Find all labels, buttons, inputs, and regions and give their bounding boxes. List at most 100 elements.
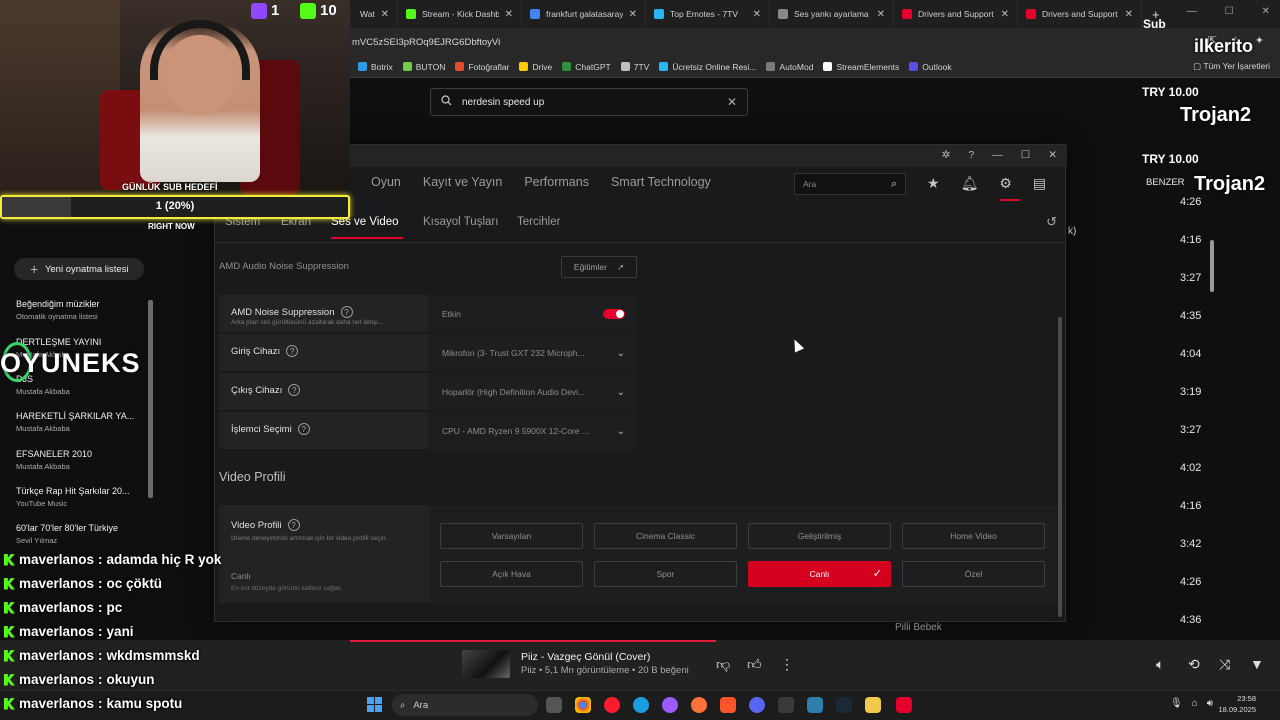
opera-icon[interactable] (604, 697, 620, 713)
close-icon[interactable]: ✕ (1262, 6, 1270, 17)
youtube-search-box[interactable]: nerdesin speed up ✕ (430, 88, 748, 116)
reset-icon[interactable]: ↺ (1046, 214, 1057, 230)
maximize-icon[interactable]: ☐ (1225, 6, 1234, 17)
bookmark-item[interactable]: Botrix (358, 62, 393, 72)
queue-scrollbar[interactable] (1210, 240, 1214, 292)
windows-start-icon[interactable] (367, 697, 382, 712)
new-playlist-button[interactable]: ＋ Yeni oynatma listesi (14, 258, 144, 280)
bookmark-item[interactable]: Drive (519, 62, 552, 72)
taskbar-search[interactable]: ⌕ Ara (392, 694, 538, 716)
youtube-search-input[interactable]: nerdesin speed up (462, 97, 544, 108)
task-view-icon[interactable] (546, 697, 562, 713)
bookmark-item[interactable]: Outlook (909, 62, 952, 72)
video-profile-button[interactable]: Özel (902, 561, 1045, 587)
url-text[interactable]: mVC5zSEI3pROq9EJRG6DbftoyVi (352, 37, 500, 48)
help-icon[interactable]: ? (297, 423, 310, 435)
amd-nav-item[interactable]: Performans (524, 175, 589, 189)
chrome-icon[interactable] (575, 697, 591, 713)
steam-icon[interactable] (836, 697, 852, 713)
queue-tab-related[interactable]: BENZER (1146, 177, 1185, 188)
shuffle-icon[interactable]: ⤨ (1219, 656, 1230, 673)
amd-close-icon[interactable]: ✕ (1048, 149, 1057, 161)
obs-icon[interactable] (778, 697, 794, 713)
extensions-icon[interactable]: ✦ (1255, 34, 1264, 47)
browser-tab[interactable]: Ses yankı ayarlama u ✕ (770, 0, 894, 28)
setting-dropdown[interactable]: CPU - AMD Ryzen 9 5900X 12-Core ... ⌄ (429, 412, 637, 450)
dislike-icon[interactable]: 👎︎ (716, 656, 730, 673)
network-icon[interactable]: ⌂ (1192, 698, 1198, 709)
expand-player-icon[interactable]: ▼ (1250, 656, 1264, 672)
sidebar-playlist-item[interactable]: Türkçe Rap Hit Şarkılar 20... YouTube Mus… (16, 486, 146, 508)
app-icon[interactable] (807, 697, 823, 713)
subtab-tercihler[interactable]: Tercihler (517, 216, 560, 228)
video-profile-button[interactable]: Geliştirilmiş (748, 523, 891, 549)
tab-close-icon[interactable]: ✕ (629, 9, 637, 20)
bookmark-item[interactable]: BUTON (402, 62, 445, 72)
taskbar-search-input[interactable]: Ara (413, 700, 428, 711)
amd-nav-item[interactable]: Kayıt ve Yayın (423, 175, 502, 189)
sidebar-playlist-item[interactable]: HAREKETLİ ŞARKILAR YA... Mustafa Akbaba (16, 411, 146, 433)
help-icon[interactable]: ? (968, 149, 974, 161)
setting-dropdown[interactable]: Hoparlör (High Definition Audio Devi... ⌄ (429, 373, 637, 411)
amd-nav-item[interactable]: Smart Technology (611, 175, 711, 189)
file-explorer-icon[interactable] (865, 697, 881, 713)
subtab-kisayol-tuslari[interactable]: Kısayol Tuşları (423, 216, 498, 228)
video-profile-button[interactable]: Açık Hava (440, 561, 583, 587)
speaker-icon[interactable]: 🔊︎ (1207, 698, 1213, 709)
help-icon[interactable]: ? (286, 345, 299, 357)
help-icon[interactable]: ? (288, 384, 301, 396)
video-profile-button[interactable]: Spor (594, 561, 737, 587)
tab-close-icon[interactable]: ✕ (1001, 9, 1009, 20)
bookmark-item[interactable]: AutoMod (766, 62, 813, 72)
settings-gear-icon[interactable]: ⚙ (999, 175, 1012, 192)
like-icon[interactable]: 👍︎ (747, 656, 762, 673)
amd-minimize-icon[interactable]: — (992, 149, 1003, 161)
amd-search-input[interactable]: Ara (803, 179, 816, 189)
now-playing-title[interactable]: Piiz - Vazgeç Gönül (Cover) (521, 651, 650, 663)
sidebar-panel-icon[interactable]: ▤ (1033, 175, 1046, 192)
now-playing-thumbnail[interactable] (462, 650, 510, 678)
tab-close-icon[interactable]: ✕ (877, 9, 885, 20)
amd-software-icon[interactable] (896, 697, 912, 713)
all-bookmarks[interactable]: ▢ Tüm Yer İşaretleri (1193, 61, 1270, 72)
bookmark-item[interactable]: Ücretsiz Online Resi... (659, 62, 756, 72)
tutorials-button[interactable]: Eğitimler ↗ (561, 256, 637, 278)
amd-maximize-icon[interactable]: ☐ (1021, 149, 1030, 161)
minimize-icon[interactable]: — (1187, 6, 1197, 17)
amd-nav-item[interactable]: Oyun (371, 175, 401, 189)
browser-tab[interactable]: Top Emotes - 7TV ✕ (646, 0, 770, 28)
tab-close-icon[interactable]: ✕ (1125, 9, 1133, 20)
discord-icon[interactable] (749, 697, 765, 713)
sidebar-scrollbar[interactable] (148, 300, 153, 498)
volume-icon[interactable]: 🔈︎ (1156, 656, 1164, 673)
help-icon[interactable]: ? (287, 519, 300, 531)
toggle-switch[interactable] (603, 309, 625, 319)
tab-close-icon[interactable]: ✕ (753, 9, 761, 20)
video-profile-button[interactable]: Varsayılan (440, 523, 583, 549)
bookmark-item[interactable]: ChatGPT (562, 62, 611, 72)
taskbar-clock[interactable]: 23:58 18.09.2025 (1218, 693, 1256, 715)
help-icon[interactable]: ? (340, 306, 353, 318)
more-options-icon[interactable]: ⋮ (780, 656, 794, 673)
browser-tab[interactable]: frankfurt galatasaray ✕ (522, 0, 646, 28)
firefox-icon[interactable] (691, 697, 707, 713)
bookmark-item[interactable]: Fotoğraflar (455, 62, 509, 72)
tab-close-icon[interactable]: ✕ (381, 9, 389, 20)
sidebar-playlist-item[interactable]: Beğendiğim müzikler Otomatik oynatma list… (16, 299, 146, 321)
sidebar-playlist-item[interactable]: EFSANELER 2010 Mustafa Akbaba (16, 449, 146, 471)
bookmark-item[interactable]: 7TV (620, 62, 649, 72)
bookmark-item[interactable]: StreamElements (823, 62, 899, 72)
browser-tab[interactable]: Drivers and Support ✕ (1018, 0, 1142, 28)
repeat-icon[interactable]: ⟲ (1188, 656, 1200, 673)
edge-icon[interactable] (633, 697, 649, 713)
notifications-bell-icon[interactable]: 🔔︎ (961, 175, 979, 192)
queue-item-title[interactable]: Pilli Bebek (895, 622, 942, 633)
video-profile-button[interactable]: Cinema Classic (594, 523, 737, 549)
sidebar-playlist-item[interactable]: 60'lar 70'ler 80'ler Türkiye Sevil Yılmaz (16, 523, 146, 545)
amd-scrollbar[interactable] (1058, 317, 1062, 617)
playback-progress[interactable] (350, 640, 716, 642)
favorites-star-icon[interactable]: ★ (927, 175, 940, 192)
browser-tab[interactable]: Stream - Kick Dashbo ✕ (398, 0, 522, 28)
amd-search-box[interactable]: Ara ⌕ (794, 173, 906, 195)
clear-search-icon[interactable]: ✕ (727, 95, 737, 109)
